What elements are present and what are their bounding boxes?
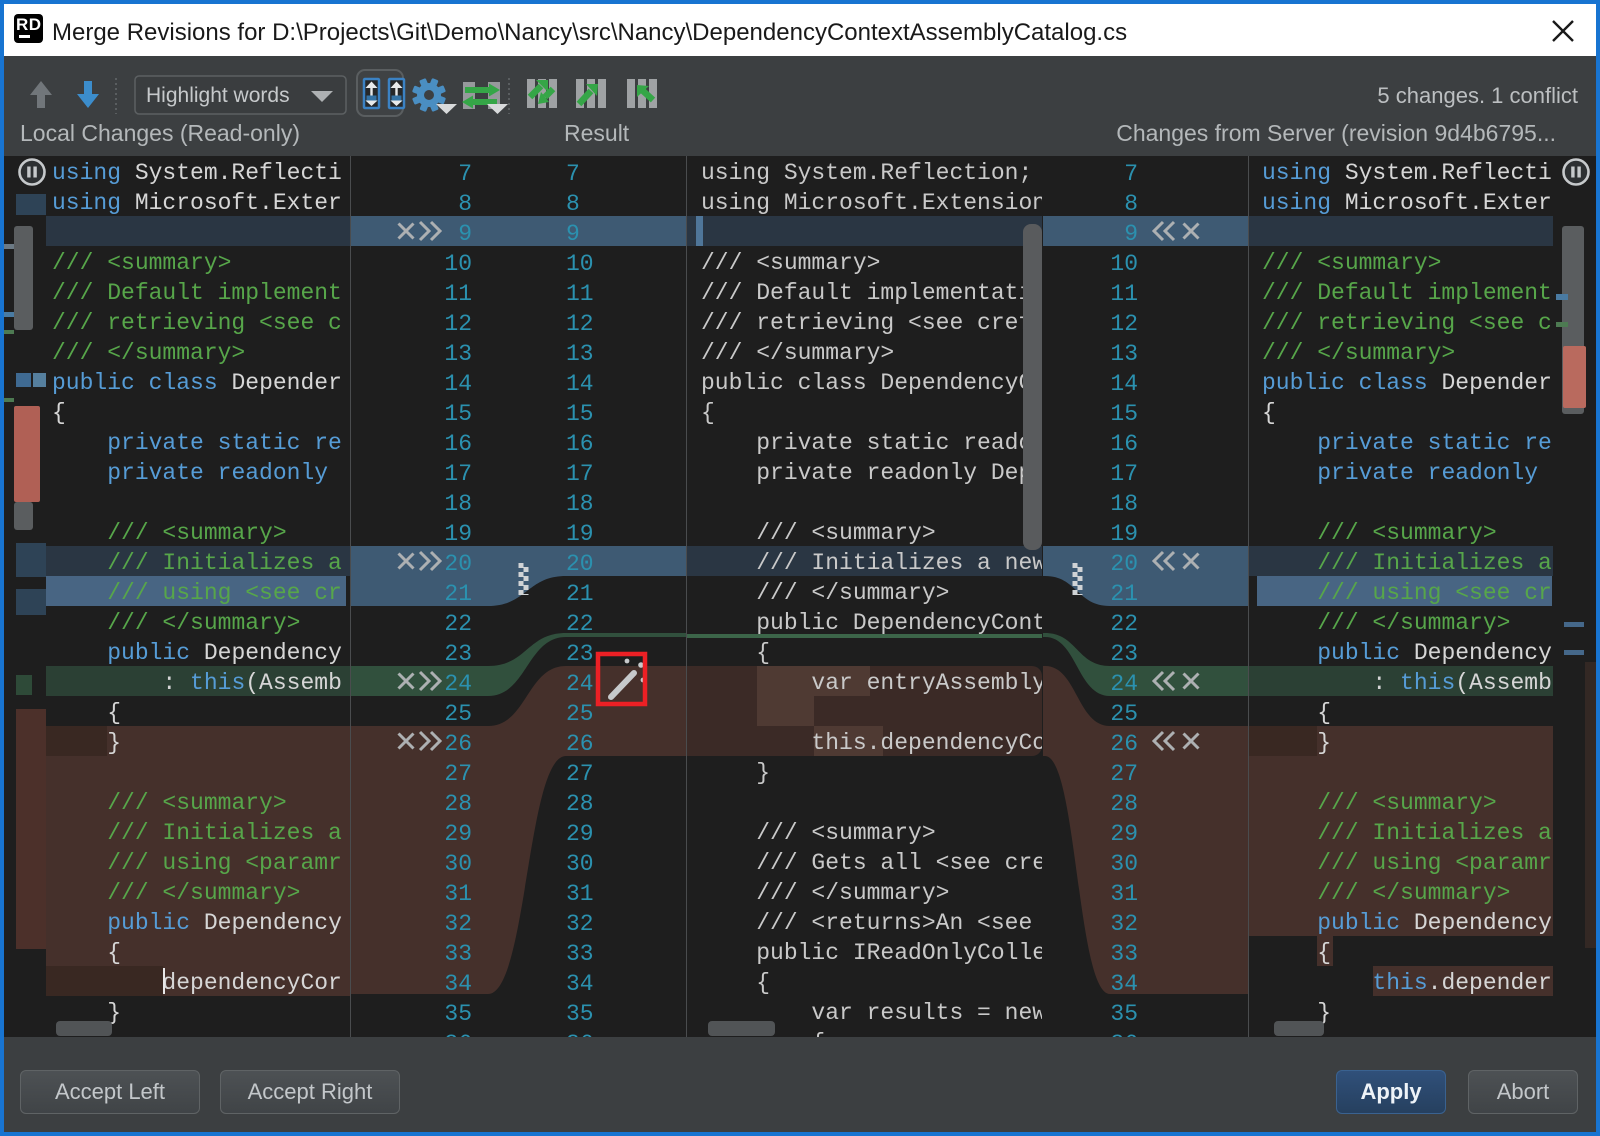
svg-text:8: 8 (458, 191, 472, 217)
svg-text:19: 19 (1110, 521, 1138, 547)
svg-text:27: 27 (444, 761, 472, 787)
svg-text:25: 25 (444, 701, 472, 727)
svg-text:16: 16 (444, 431, 472, 457)
svg-text:22: 22 (444, 611, 472, 637)
svg-text:20: 20 (1110, 551, 1138, 577)
svg-text:29: 29 (444, 821, 472, 847)
svg-text:11: 11 (566, 281, 594, 307)
svg-text:23: 23 (566, 641, 594, 667)
svg-text:35: 35 (444, 1001, 472, 1027)
svg-text:26: 26 (566, 731, 594, 757)
svg-text:29: 29 (1110, 821, 1138, 847)
svg-text:34: 34 (444, 971, 472, 997)
svg-text:20: 20 (566, 551, 594, 577)
svg-text:22: 22 (566, 611, 594, 637)
svg-text:32: 32 (1110, 911, 1138, 937)
svg-text:8: 8 (566, 191, 580, 217)
svg-text:22: 22 (1110, 611, 1138, 637)
svg-text:26: 26 (1110, 731, 1138, 757)
svg-text:31: 31 (1110, 881, 1138, 907)
svg-text:11: 11 (1110, 281, 1138, 307)
svg-text:17: 17 (1110, 461, 1138, 487)
svg-text:26: 26 (444, 731, 472, 757)
svg-text:21: 21 (1110, 581, 1138, 607)
svg-text:20: 20 (444, 551, 472, 577)
svg-text:11: 11 (444, 281, 472, 307)
svg-text:24: 24 (444, 671, 472, 697)
svg-text:15: 15 (444, 401, 472, 427)
svg-text:19: 19 (566, 521, 594, 547)
svg-text:16: 16 (1110, 431, 1138, 457)
svg-text:34: 34 (566, 971, 594, 997)
svg-text:21: 21 (444, 581, 472, 607)
svg-text:24: 24 (1110, 671, 1138, 697)
svg-text:32: 32 (444, 911, 472, 937)
svg-text:17: 17 (566, 461, 594, 487)
svg-text:14: 14 (566, 371, 594, 397)
svg-text:28: 28 (566, 791, 594, 817)
svg-text:12: 12 (444, 311, 472, 337)
svg-text:33: 33 (1110, 941, 1138, 967)
svg-text:13: 13 (566, 341, 594, 367)
svg-text:34: 34 (1110, 971, 1138, 997)
svg-text:9: 9 (566, 221, 580, 247)
svg-text:7: 7 (566, 161, 580, 187)
svg-text:Highlight words: Highlight words (146, 84, 290, 107)
svg-text:33: 33 (566, 941, 594, 967)
svg-text:18: 18 (1110, 491, 1138, 517)
svg-text:32: 32 (566, 911, 594, 937)
svg-text:15: 15 (1110, 401, 1138, 427)
svg-text:10: 10 (444, 251, 472, 277)
svg-text:25: 25 (1110, 701, 1138, 727)
svg-text:31: 31 (444, 881, 472, 907)
svg-text:9: 9 (458, 221, 472, 247)
svg-text:28: 28 (1110, 791, 1138, 817)
svg-text:33: 33 (444, 941, 472, 967)
svg-text:15: 15 (566, 401, 594, 427)
svg-text:16: 16 (566, 431, 594, 457)
svg-text:19: 19 (444, 521, 472, 547)
svg-text:18: 18 (444, 491, 472, 517)
svg-text:10: 10 (1110, 251, 1138, 277)
svg-text:30: 30 (1110, 851, 1138, 877)
svg-text:13: 13 (444, 341, 472, 367)
svg-text:17: 17 (444, 461, 472, 487)
svg-text:10: 10 (566, 251, 594, 277)
svg-text:24: 24 (566, 671, 594, 697)
svg-text:35: 35 (566, 1001, 594, 1027)
svg-text:23: 23 (1110, 641, 1138, 667)
svg-text:12: 12 (566, 311, 594, 337)
svg-text:27: 27 (1110, 761, 1138, 787)
svg-text:30: 30 (566, 851, 594, 877)
svg-text:7: 7 (458, 161, 472, 187)
svg-text:30: 30 (444, 851, 472, 877)
svg-text:21: 21 (566, 581, 594, 607)
svg-text:14: 14 (1110, 371, 1138, 397)
svg-text:9: 9 (1124, 221, 1138, 247)
svg-text:8: 8 (1124, 191, 1138, 217)
svg-text:12: 12 (1110, 311, 1138, 337)
svg-text:29: 29 (566, 821, 594, 847)
svg-text:28: 28 (444, 791, 472, 817)
svg-text:23: 23 (444, 641, 472, 667)
svg-text:13: 13 (1110, 341, 1138, 367)
svg-text:35: 35 (1110, 1001, 1138, 1027)
svg-text:18: 18 (566, 491, 594, 517)
svg-text:31: 31 (566, 881, 594, 907)
svg-text:7: 7 (1124, 161, 1138, 187)
svg-text:27: 27 (566, 761, 594, 787)
svg-text:25: 25 (566, 701, 594, 727)
svg-text:14: 14 (444, 371, 472, 397)
